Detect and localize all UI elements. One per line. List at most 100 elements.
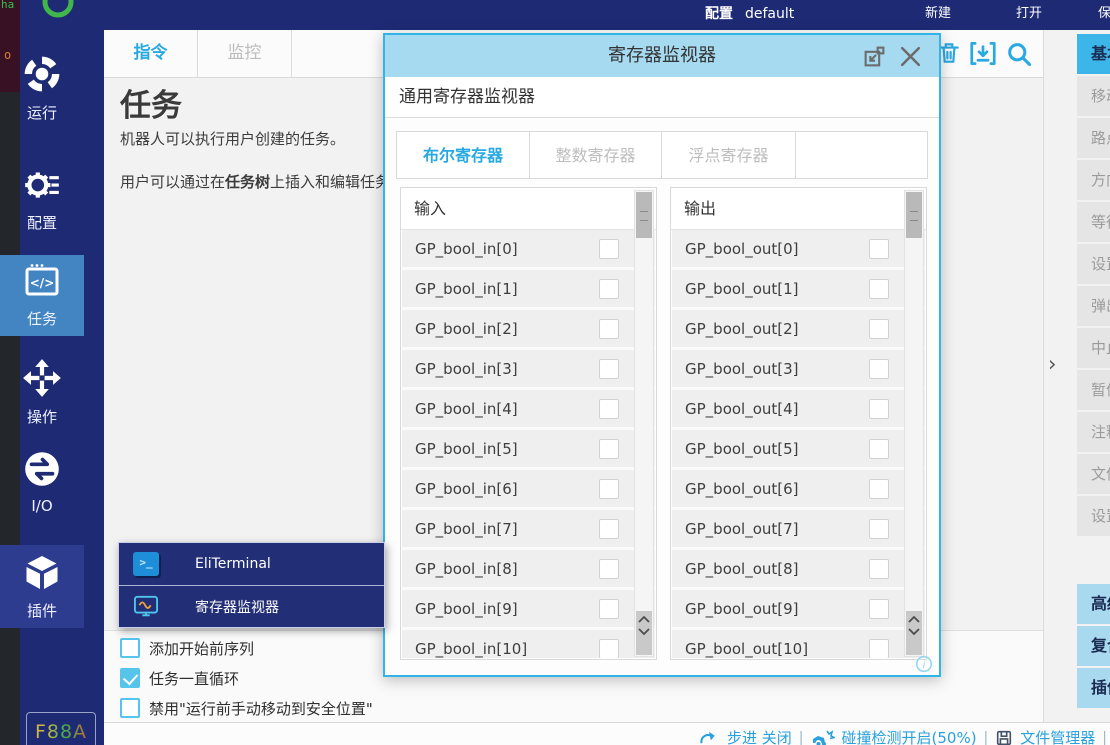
register-checkbox[interactable] xyxy=(869,239,889,259)
tab-monitor[interactable]: 监控 xyxy=(198,30,292,77)
register-label: GP_bool_out[5] xyxy=(672,440,869,458)
register-label: GP_bool_out[10] xyxy=(672,640,869,658)
palette-item[interactable]: 方向 xyxy=(1077,160,1110,200)
palette-item[interactable]: 中止 xyxy=(1077,328,1110,368)
register-checkbox[interactable] xyxy=(869,519,889,539)
palette-item[interactable]: 设置 xyxy=(1077,244,1110,284)
scrollbar-steppers[interactable] xyxy=(906,611,922,655)
register-row: GP_bool_out[9] xyxy=(672,590,925,630)
register-checkbox[interactable] xyxy=(869,319,889,339)
step-status[interactable]: 步进 关闭 xyxy=(727,727,792,745)
sidebar-item-run[interactable]: 运行 xyxy=(0,48,84,138)
sidebar-item-plugins[interactable]: 插件 xyxy=(0,545,84,628)
close-icon[interactable] xyxy=(898,44,923,69)
register-checkbox[interactable] xyxy=(599,239,619,259)
sidebar-item-config[interactable]: 配置 xyxy=(0,158,84,248)
register-checkbox[interactable] xyxy=(599,359,619,379)
output-scrollbar[interactable] xyxy=(904,190,924,657)
tab-float-registers[interactable]: 浮点寄存器 xyxy=(661,131,796,179)
register-checkbox[interactable] xyxy=(599,639,619,659)
save-button[interactable]: 保存 xyxy=(1098,0,1110,28)
palette-group-tab[interactable]: 高级 xyxy=(1077,584,1110,624)
option-label: 任务一直循环 xyxy=(149,668,239,689)
register-checkbox[interactable] xyxy=(869,399,889,419)
scroll-down-icon[interactable] xyxy=(908,628,920,636)
task-description-1: 机器人可以执行用户创建的任务。 xyxy=(120,128,345,149)
register-label: GP_bool_out[1] xyxy=(672,280,869,298)
palette-item[interactable]: 路点 xyxy=(1077,118,1110,158)
tab-command[interactable]: 指令 xyxy=(104,30,198,77)
register-row: GP_bool_out[10] xyxy=(672,630,925,658)
option-label: 禁用"运行前手动移动到安全位置" xyxy=(149,698,373,719)
file-manager-icon xyxy=(995,729,1013,745)
scrollbar-thumb[interactable] xyxy=(906,192,922,238)
restore-window-icon[interactable] xyxy=(862,44,887,69)
sidebar-item-io[interactable]: I/O xyxy=(0,443,84,533)
palette-item[interactable]: 移动 xyxy=(1077,76,1110,116)
info-icon[interactable]: i xyxy=(915,655,933,673)
palette-group-tab[interactable]: 复合 xyxy=(1077,626,1110,666)
tab-bool-registers[interactable]: 布尔寄存器 xyxy=(396,131,530,179)
config-value[interactable]: default xyxy=(745,0,794,28)
register-row: GP_bool_out[3] xyxy=(672,350,925,390)
register-checkbox[interactable] xyxy=(869,599,889,619)
register-checkbox[interactable] xyxy=(869,439,889,459)
scrollbar-steppers[interactable] xyxy=(636,611,652,655)
terminal-icon: >_ xyxy=(133,552,159,576)
register-checkbox[interactable] xyxy=(869,639,889,659)
scroll-down-icon[interactable] xyxy=(638,628,650,636)
palette-item[interactable]: 注释 xyxy=(1077,412,1110,452)
option-row[interactable]: 任务一直循环 xyxy=(120,667,239,689)
sidebar-item-task[interactable]: </> 任务 xyxy=(0,255,84,336)
open-button[interactable]: 打开 xyxy=(1016,0,1042,28)
search-icon[interactable] xyxy=(1005,40,1033,68)
register-checkbox[interactable] xyxy=(599,319,619,339)
register-checkbox[interactable] xyxy=(869,559,889,579)
register-checkbox[interactable] xyxy=(599,279,619,299)
register-label: GP_bool_in[6] xyxy=(402,480,599,498)
move-arrows-icon xyxy=(21,357,63,399)
register-checkbox[interactable] xyxy=(599,399,619,419)
checkbox-disable-move-to-safe[interactable] xyxy=(120,698,140,718)
new-button[interactable]: 新建 xyxy=(925,0,951,28)
register-row: GP_bool_out[8] xyxy=(672,550,925,590)
palette-item[interactable]: 弹出 xyxy=(1077,286,1110,326)
register-checkbox[interactable] xyxy=(599,439,619,459)
tab-int-registers[interactable]: 整数寄存器 xyxy=(529,131,662,179)
input-scrollbar[interactable] xyxy=(634,190,654,657)
expand-panel-chevron[interactable]: › xyxy=(1048,352,1056,376)
register-checkbox[interactable] xyxy=(599,479,619,499)
menu-item-register-monitor[interactable]: 寄存器监视器 xyxy=(119,586,384,628)
register-label: GP_bool_in[10] xyxy=(402,640,599,658)
scrollbar-thumb[interactable] xyxy=(636,192,652,238)
register-checkbox[interactable] xyxy=(599,519,619,539)
checkbox-add-presequence[interactable] xyxy=(120,638,140,658)
checkbox-loop-forever[interactable] xyxy=(120,668,140,688)
palette-group-tab[interactable]: 插件 xyxy=(1077,668,1110,708)
config-label: 配置 xyxy=(705,0,733,28)
palette-item[interactable]: 暂停 xyxy=(1077,370,1110,410)
palette-item[interactable]: 等待 xyxy=(1077,202,1110,242)
dialog-header[interactable]: 寄存器监视器 xyxy=(385,35,939,77)
page-title: 任务 xyxy=(120,80,182,125)
register-checkbox[interactable] xyxy=(599,599,619,619)
collision-status[interactable]: 碰撞检测开启(50%) xyxy=(842,727,977,745)
palette-item[interactable]: 文件夹 xyxy=(1077,454,1110,494)
register-checkbox[interactable] xyxy=(869,479,889,499)
palette-item[interactable]: 设置负载 xyxy=(1077,496,1110,536)
titlebar: 配置 default 新建 打开 保存 xyxy=(20,0,1110,30)
register-row: GP_bool_out[6] xyxy=(672,470,925,510)
register-checkbox[interactable] xyxy=(869,359,889,379)
collapse-tree-icon[interactable] xyxy=(968,40,998,67)
sidebar-item-operate[interactable]: 操作 xyxy=(0,352,84,442)
palette-tab-basic[interactable]: 基本 xyxy=(1077,34,1110,74)
option-row[interactable]: 添加开始前序列 xyxy=(120,637,254,659)
register-checkbox[interactable] xyxy=(869,279,889,299)
register-row: GP_bool_out[2] xyxy=(672,310,925,350)
scroll-up-icon[interactable] xyxy=(638,615,650,623)
menu-item-eliterminal[interactable]: >_ EliTerminal xyxy=(119,543,384,586)
register-checkbox[interactable] xyxy=(599,559,619,579)
option-row[interactable]: 禁用"运行前手动移动到安全位置" xyxy=(120,697,373,719)
scroll-up-icon[interactable] xyxy=(908,615,920,623)
speed-badge[interactable]: F88A xyxy=(26,712,96,745)
